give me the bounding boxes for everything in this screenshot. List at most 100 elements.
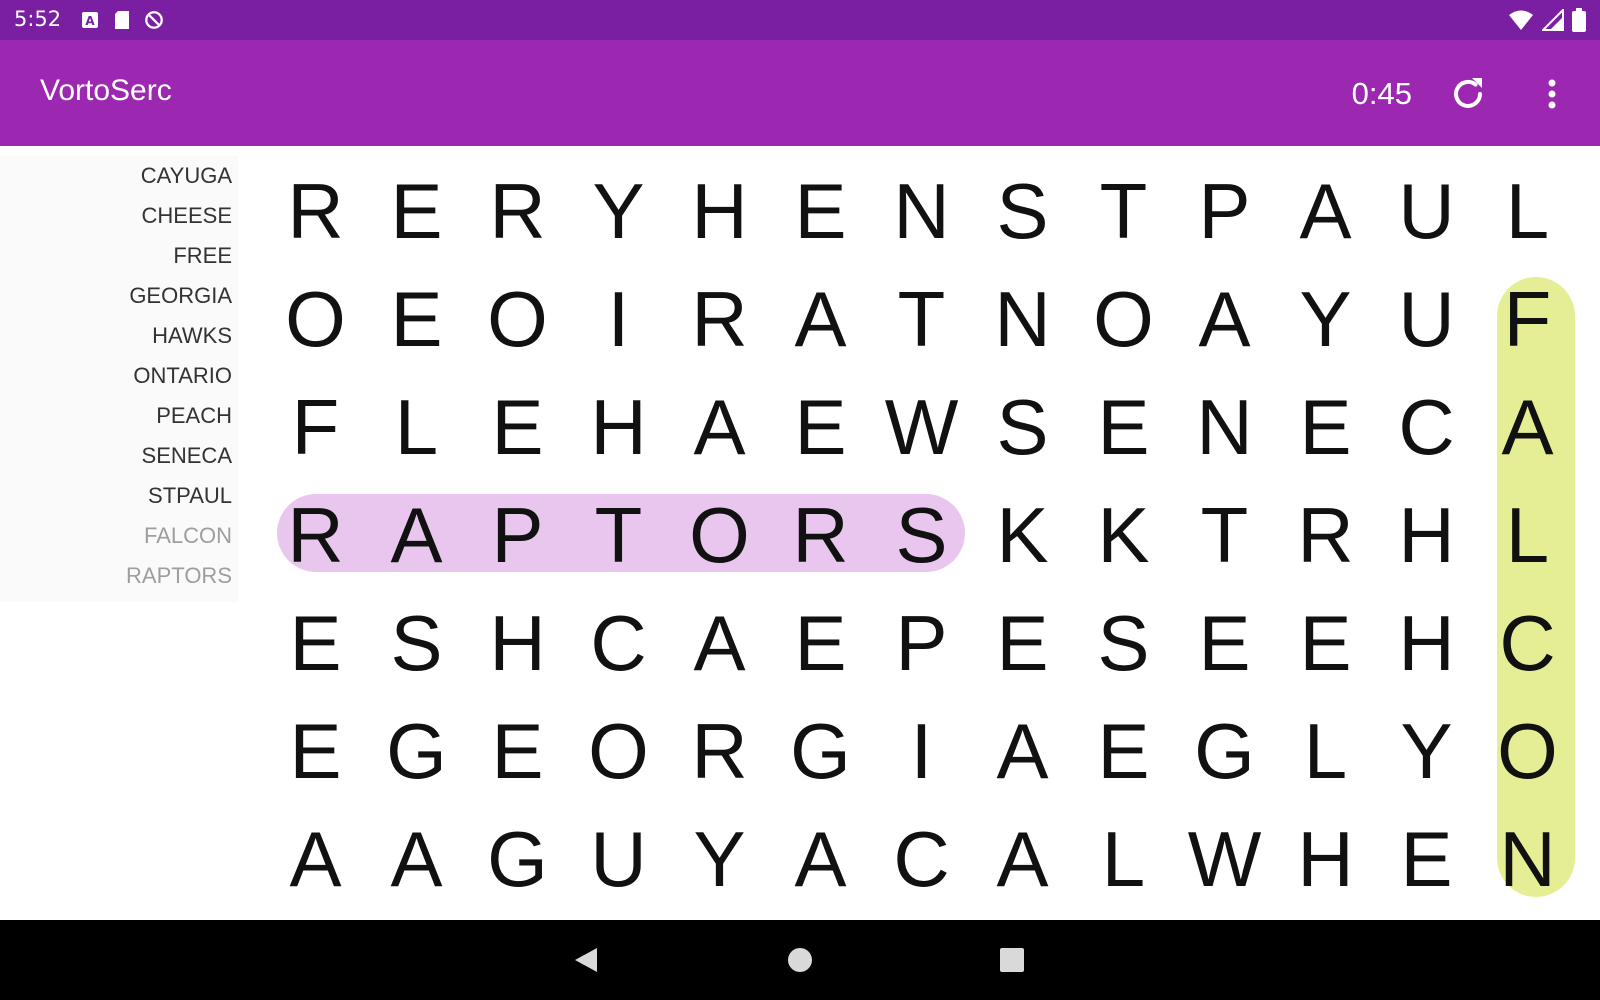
grid-cell[interactable]: A [1477,373,1578,481]
home-button[interactable] [780,940,820,980]
grid-cell[interactable]: E [366,265,467,373]
grid-cell[interactable]: O [568,697,669,805]
grid-cell[interactable]: L [1477,157,1578,265]
grid-cell[interactable]: T [568,481,669,589]
grid-cell[interactable]: G [1174,697,1275,805]
grid-cell[interactable]: A [972,697,1073,805]
grid-cell[interactable]: E [972,589,1073,697]
grid-cell[interactable]: F [265,373,366,481]
grid-cell[interactable]: C [1477,589,1578,697]
grid-cell[interactable]: L [366,373,467,481]
grid-cell[interactable]: O [467,265,568,373]
grid-cell[interactable]: L [1477,481,1578,589]
grid-cell[interactable]: H [467,589,568,697]
grid-cell[interactable]: Y [1275,265,1376,373]
letter-grid[interactable]: RERYHENSTPAULOEOIRATNOAYUFFLEHAEWSENECAR… [265,157,1590,907]
grid-cell[interactable]: A [265,805,366,913]
grid-cell[interactable]: N [871,157,972,265]
refresh-button[interactable] [1446,72,1490,116]
grid-cell[interactable]: C [871,805,972,913]
grid-cell[interactable]: R [265,157,366,265]
grid-cell[interactable]: H [1275,805,1376,913]
grid-cell[interactable]: R [669,265,770,373]
more-vert-icon [1548,79,1556,109]
grid-cell[interactable]: R [770,481,871,589]
grid-cell[interactable]: A [366,805,467,913]
grid-cell[interactable]: F [1477,265,1578,373]
grid-cell[interactable]: S [972,373,1073,481]
grid-cell[interactable]: P [871,589,972,697]
app-bar: VortoSerc 0:45 [0,40,1600,146]
grid-cell[interactable]: L [1073,805,1174,913]
grid-cell[interactable]: C [568,589,669,697]
grid-cell[interactable]: E [467,373,568,481]
grid-cell[interactable]: U [568,805,669,913]
grid-cell[interactable]: H [1376,481,1477,589]
back-button[interactable] [566,940,606,980]
grid-cell[interactable]: A [972,805,1073,913]
grid-cell[interactable]: A [669,373,770,481]
grid-cell[interactable]: G [467,805,568,913]
grid-cell[interactable]: H [568,373,669,481]
grid-cell[interactable]: U [1376,265,1477,373]
grid-cell[interactable]: H [1376,589,1477,697]
grid-cell[interactable]: W [1174,805,1275,913]
recents-button[interactable] [992,940,1032,980]
game-timer: 0:45 [1351,76,1412,111]
grid-cell[interactable]: E [366,157,467,265]
grid-cell[interactable]: H [669,157,770,265]
grid-cell[interactable]: E [1275,373,1376,481]
grid-cell[interactable]: T [871,265,972,373]
grid-cell[interactable]: P [467,481,568,589]
grid-cell[interactable]: N [1174,373,1275,481]
grid-cell[interactable]: Y [669,805,770,913]
grid-cell[interactable]: E [467,697,568,805]
grid-cell[interactable]: E [770,373,871,481]
grid-cell[interactable]: W [871,373,972,481]
grid-cell[interactable]: A [669,589,770,697]
overflow-menu-button[interactable] [1530,72,1574,116]
grid-cell[interactable]: E [265,697,366,805]
grid-cell[interactable]: K [1073,481,1174,589]
grid-cell[interactable]: K [972,481,1073,589]
grid-cell[interactable]: O [1477,697,1578,805]
grid-cell[interactable]: S [871,481,972,589]
grid-cell[interactable]: S [972,157,1073,265]
grid-cell[interactable]: I [871,697,972,805]
grid-cell[interactable]: E [770,157,871,265]
grid-cell[interactable]: C [1376,373,1477,481]
grid-cell[interactable]: G [366,697,467,805]
grid-cell[interactable]: N [972,265,1073,373]
grid-cell[interactable]: R [669,697,770,805]
grid-cell[interactable]: Y [1376,697,1477,805]
grid-cell[interactable]: E [770,589,871,697]
grid-cell[interactable]: A [1275,157,1376,265]
grid-cell[interactable]: E [265,589,366,697]
grid-cell[interactable]: R [265,481,366,589]
grid-cell[interactable]: R [1275,481,1376,589]
grid-cell[interactable]: R [467,157,568,265]
grid-cell[interactable]: O [1073,265,1174,373]
grid-cell[interactable]: O [669,481,770,589]
grid-cell[interactable]: P [1174,157,1275,265]
grid-cell[interactable]: O [265,265,366,373]
grid-cell[interactable]: Y [568,157,669,265]
grid-cell[interactable]: E [1174,589,1275,697]
grid-cell[interactable]: N [1477,805,1578,913]
grid-cell[interactable]: T [1174,481,1275,589]
grid-cell[interactable]: G [770,697,871,805]
grid-cell[interactable]: S [366,589,467,697]
grid-cell[interactable]: U [1376,157,1477,265]
grid-cell[interactable]: A [770,805,871,913]
grid-cell[interactable]: L [1275,697,1376,805]
grid-cell[interactable]: S [1073,589,1174,697]
grid-cell[interactable]: E [1073,697,1174,805]
grid-cell[interactable]: A [1174,265,1275,373]
grid-cell[interactable]: T [1073,157,1174,265]
grid-cell[interactable]: I [568,265,669,373]
grid-cell[interactable]: E [1073,373,1174,481]
grid-cell[interactable]: E [1376,805,1477,913]
grid-cell[interactable]: A [366,481,467,589]
grid-cell[interactable]: A [770,265,871,373]
grid-cell[interactable]: E [1275,589,1376,697]
